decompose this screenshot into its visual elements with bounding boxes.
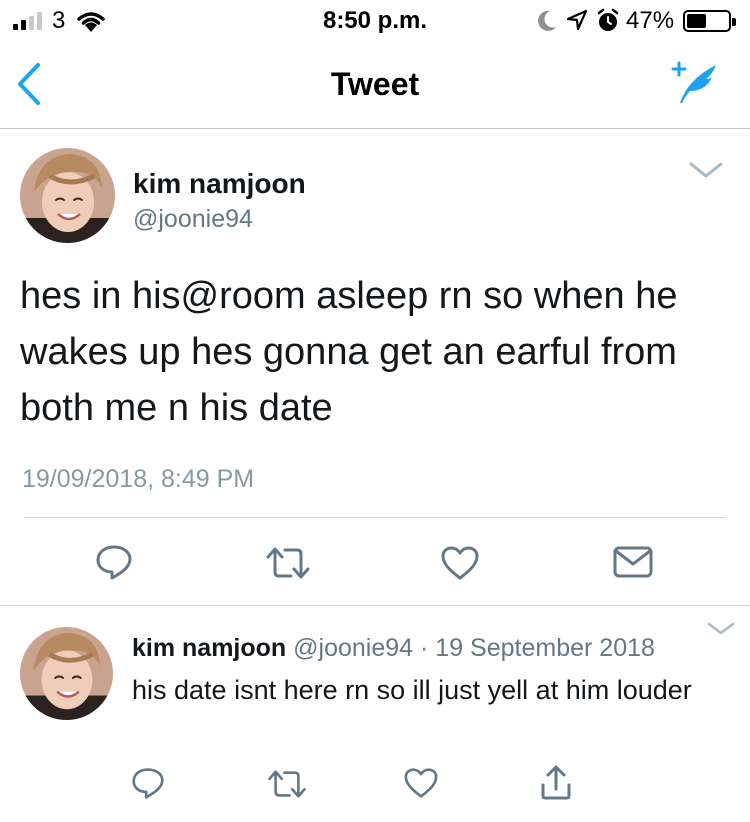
status-bar: 3 8:50 p.m. 47%	[0, 0, 750, 40]
tweet-text: his date isnt here rn so ill just yell a…	[132, 675, 692, 705]
reply-icon[interactable]	[131, 766, 165, 805]
tweet-date: 19 September 2018	[435, 634, 655, 662]
avatar[interactable]	[20, 627, 113, 720]
share-icon[interactable]	[539, 763, 573, 806]
battery-icon	[683, 10, 736, 32]
avatar[interactable]	[20, 148, 115, 243]
author-handle[interactable]: @joonie94	[293, 634, 413, 662]
divider	[24, 517, 725, 518]
like-icon[interactable]	[403, 767, 439, 804]
reply-header: kim namjoon @joonie94 · 19 September 201…	[132, 634, 655, 663]
page-title: Tweet	[330, 66, 420, 102]
message-icon[interactable]	[612, 544, 654, 585]
chevron-down-icon[interactable]	[706, 620, 736, 643]
retweet-icon[interactable]	[266, 768, 308, 805]
like-icon[interactable]	[440, 545, 480, 586]
author-handle[interactable]: @joonie94	[133, 205, 253, 234]
header-separator: ·	[420, 634, 429, 662]
author-name[interactable]: kim namjoon	[133, 168, 306, 200]
alarm-icon	[596, 8, 620, 39]
location-arrow-icon	[565, 8, 589, 37]
divider	[0, 605, 750, 606]
nav-bar: Tweet	[0, 40, 750, 129]
tweet-text: hes in his@room asleep rn so when he wak…	[20, 275, 678, 429]
tweet-timestamp: 19/09/2018, 8:49 PM	[22, 465, 255, 493]
author-name[interactable]: kim namjoon	[132, 634, 286, 662]
reply-icon[interactable]	[95, 543, 133, 586]
chevron-down-icon[interactable]	[688, 160, 724, 185]
battery-percent: 47%	[626, 7, 675, 34]
compose-tweet-icon[interactable]	[666, 57, 720, 112]
retweet-icon[interactable]	[264, 545, 312, 586]
moon-icon	[537, 9, 557, 38]
